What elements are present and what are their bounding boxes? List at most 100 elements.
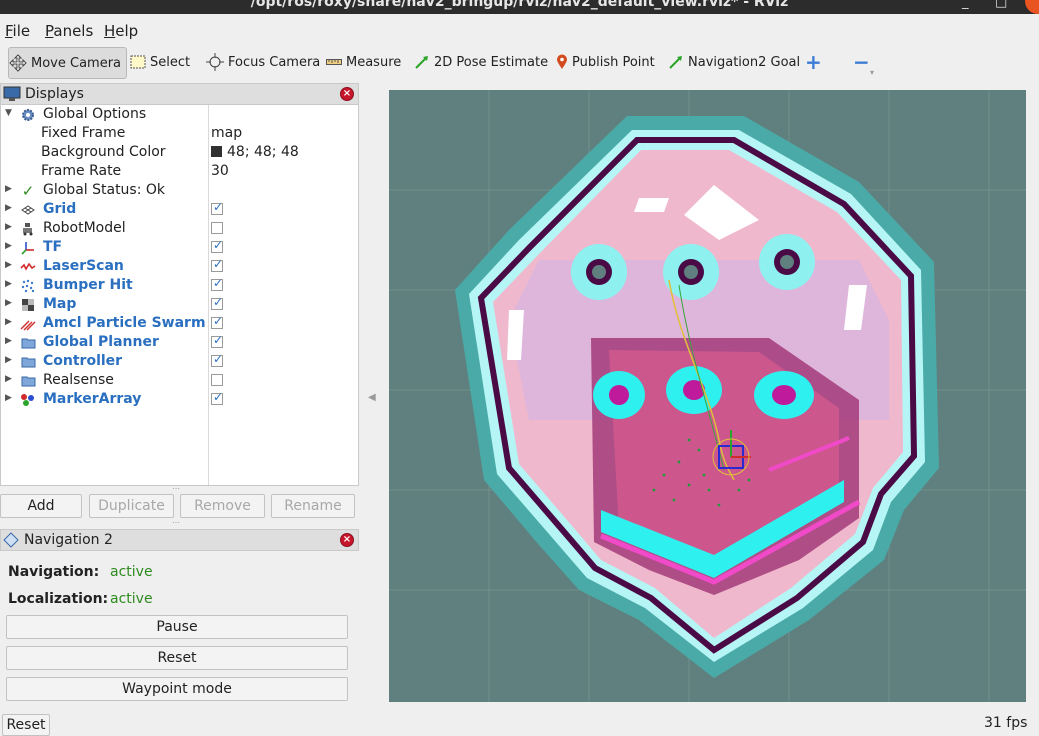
markerarray-checkbox[interactable]	[211, 390, 223, 405]
menu-help[interactable]: Help	[104, 22, 138, 40]
global-planner-checkbox[interactable]	[211, 333, 223, 348]
expand-arrow-icon[interactable]: ▶	[5, 317, 12, 327]
nav2-goal-button[interactable]: Navigation2 Goal	[668, 47, 800, 77]
folder-icon	[20, 373, 36, 388]
duplicate-display-button[interactable]: Duplicate	[89, 494, 174, 518]
move-camera-label: Move Camera	[31, 55, 122, 71]
rename-display-button[interactable]: Rename	[271, 494, 355, 518]
navigation-status-label: Navigation:	[8, 564, 100, 580]
publish-point-button[interactable]: Publish Point	[556, 47, 655, 77]
pose-estimate-button[interactable]: 2D Pose Estimate	[414, 47, 548, 77]
tree-label: Map	[43, 296, 77, 312]
tree-row-laserscan[interactable]: ▶ LaserScan	[1, 257, 358, 276]
robotmodel-checkbox[interactable]	[211, 222, 223, 234]
map-checkbox[interactable]	[211, 295, 223, 310]
expand-arrow-icon[interactable]: ▶	[5, 393, 12, 403]
grid-checkbox[interactable]	[211, 200, 223, 215]
folder-icon	[20, 354, 36, 369]
add-tool-button[interactable]: +	[805, 47, 822, 77]
move-camera-button[interactable]: Move Camera	[8, 47, 127, 79]
expand-arrow-icon[interactable]: ▶	[5, 184, 12, 194]
menubar: File Panels Help	[0, 21, 1039, 43]
expand-arrow-icon[interactable]: ▶	[5, 355, 12, 365]
tree-row-controller[interactable]: ▶ Controller	[1, 352, 358, 371]
navigation-status-value: active	[110, 564, 153, 580]
tree-row-fixed-frame[interactable]: Fixed Frame map	[1, 124, 358, 143]
collapse-panel-icon[interactable]: ◀	[368, 392, 376, 403]
toolbar-dropdown-icon[interactable]: ▾	[870, 68, 874, 77]
expand-arrow-icon[interactable]: ▶	[5, 222, 12, 232]
tree-row-global-planner[interactable]: ▶ Global Planner	[1, 333, 358, 352]
tree-row-frame-rate[interactable]: Frame Rate 30	[1, 162, 358, 181]
tree-row-bumper-hit[interactable]: ▶ Bumper Hit	[1, 276, 358, 295]
displays-close-icon[interactable]: ×	[340, 87, 354, 101]
amcl-checkbox[interactable]	[211, 314, 223, 329]
laserscan-checkbox[interactable]	[211, 257, 223, 272]
controller-checkbox[interactable]	[211, 352, 223, 367]
navigation-panel-header: Navigation 2 ×	[0, 529, 359, 551]
add-display-button[interactable]: Add	[0, 494, 82, 518]
localization-status-label: Localization:	[8, 591, 109, 607]
nav2-diamond-icon	[3, 532, 19, 548]
expand-arrow-icon[interactable]: ▶	[5, 374, 12, 384]
navigation-close-icon[interactable]: ×	[340, 533, 354, 547]
render-viewport[interactable]	[389, 90, 1026, 702]
expand-arrow-icon[interactable]: ▶	[5, 298, 12, 308]
minimize-icon[interactable]: _	[962, 0, 969, 10]
displays-title: Displays	[25, 86, 84, 102]
expand-arrow-icon[interactable]: ▶	[5, 241, 12, 251]
color-swatch	[211, 146, 222, 157]
tree-label: Bumper Hit	[43, 277, 133, 293]
tree-label: TF	[43, 239, 63, 255]
tree-label: Background Color	[41, 144, 166, 160]
tree-row-amcl-particle-swarm[interactable]: ▶ Amcl Particle Swarm	[1, 314, 358, 333]
window-titlebar: /opt/ros/roxy/share/nav2_bringup/rviz/na…	[0, 0, 1039, 14]
tree-row-tf[interactable]: ▶ TF	[1, 238, 358, 257]
tree-row-realsense[interactable]: ▶ Realsense	[1, 371, 358, 390]
expand-arrow-icon[interactable]: ▶	[5, 279, 12, 289]
tf-axes-icon	[20, 240, 36, 255]
tree-row-global-options[interactable]: ▼ Global Options	[1, 105, 358, 124]
fps-readout: 31 fps	[984, 715, 1028, 731]
bumper-hit-checkbox[interactable]	[211, 276, 223, 291]
tf-checkbox[interactable]	[211, 238, 223, 253]
pause-button[interactable]: Pause	[6, 615, 348, 639]
expand-arrow-icon[interactable]: ▼	[5, 108, 12, 118]
tree-row-robotmodel[interactable]: ▶ RobotModel	[1, 219, 358, 238]
tree-row-markerarray[interactable]: ▶ MarkerArray	[1, 390, 358, 409]
tree-label: Frame Rate	[41, 163, 122, 179]
remove-tool-button[interactable]: −	[853, 47, 870, 77]
measure-button[interactable]: Measure	[326, 47, 401, 77]
expand-arrow-icon[interactable]: ▶	[5, 260, 12, 270]
menu-panels[interactable]: Panels	[45, 22, 93, 40]
expand-arrow-icon[interactable]: ▶	[5, 203, 12, 213]
reset-navigation-button[interactable]: Reset	[6, 646, 348, 670]
tree-row-map[interactable]: ▶ Map	[1, 295, 358, 314]
expand-arrow-icon[interactable]: ▶	[5, 336, 12, 346]
splitter-grip-icon[interactable]: ⋯	[172, 484, 180, 493]
background-color-value[interactable]: 48; 48; 48	[211, 144, 299, 160]
nav2-goal-label: Navigation2 Goal	[688, 54, 801, 70]
tree-row-global-status[interactable]: ▶ ✓ Global Status: Ok	[1, 181, 358, 200]
fixed-frame-value[interactable]: map	[211, 125, 242, 141]
tree-row-grid[interactable]: ▶ Grid	[1, 200, 358, 219]
select-button[interactable]: Select	[130, 47, 190, 77]
splitter-grip-icon[interactable]: ⋯	[172, 518, 180, 527]
monitor-icon	[3, 86, 21, 101]
window-close-button[interactable]	[1025, 0, 1039, 14]
select-label: Select	[150, 54, 191, 70]
waypoint-mode-button[interactable]: Waypoint mode	[6, 677, 348, 701]
realsense-checkbox[interactable]	[211, 374, 223, 386]
frame-rate-value[interactable]: 30	[211, 163, 229, 179]
navigation-title: Navigation 2	[24, 532, 113, 548]
focus-camera-button[interactable]: Focus Camera	[206, 47, 320, 77]
pose-arrow-icon	[415, 56, 428, 69]
tree-row-background-color[interactable]: Background Color 48; 48; 48	[1, 143, 358, 162]
maximize-icon[interactable]: □	[995, 0, 1007, 10]
map-pin-icon	[557, 54, 567, 69]
reset-view-button[interactable]: Reset	[2, 714, 50, 736]
particle-arrows-icon	[20, 316, 36, 331]
menu-file[interactable]: File	[5, 22, 30, 40]
focus-camera-icon	[206, 53, 224, 71]
remove-display-button[interactable]: Remove	[180, 494, 265, 518]
